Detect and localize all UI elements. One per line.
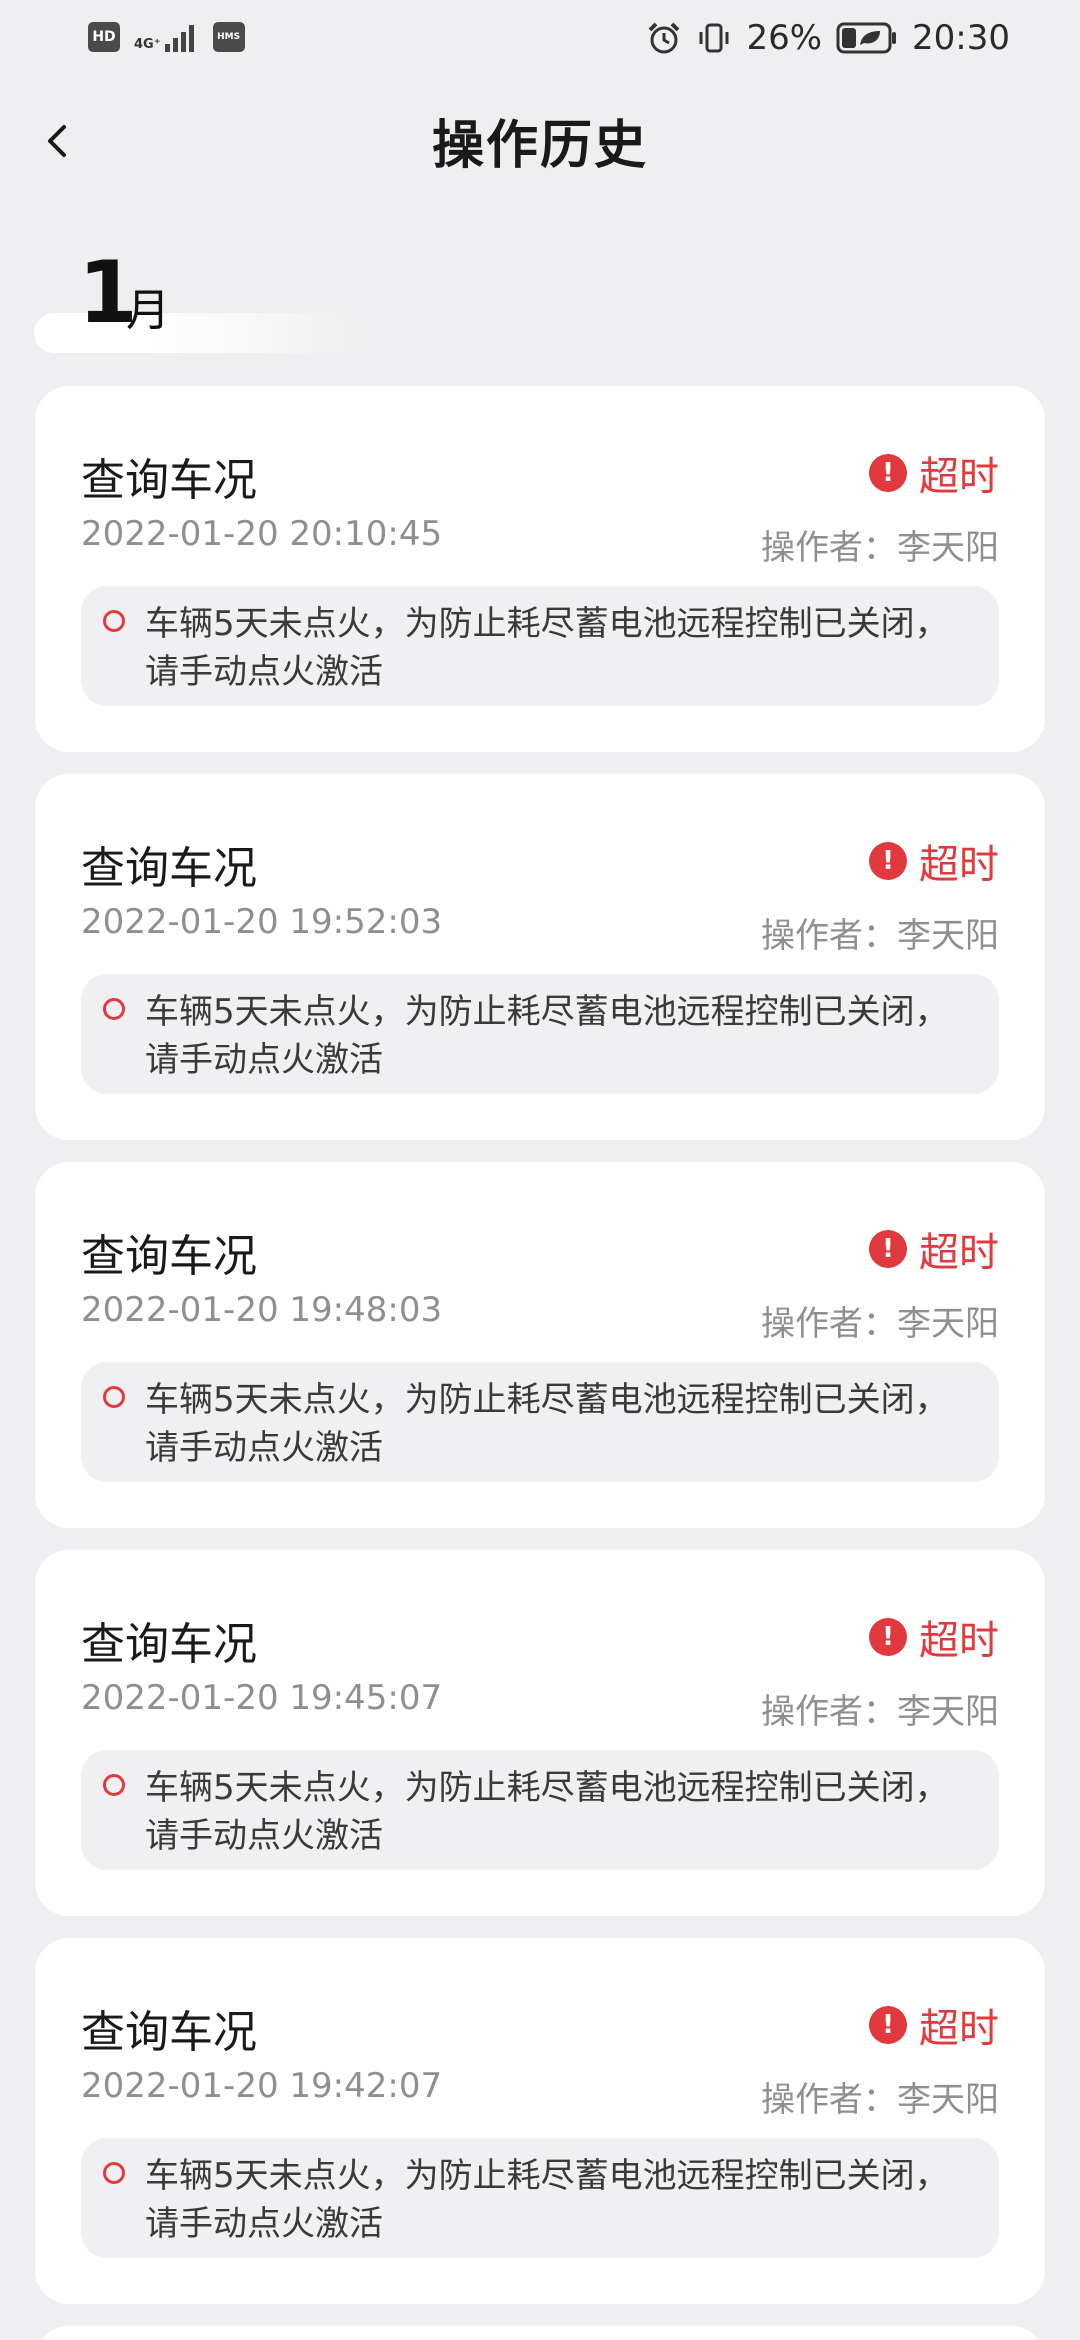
status-bar: HD 4G⁺ HMS 26% 20:30 [0, 0, 1080, 84]
card-title: 查询车况 [81, 843, 257, 894]
history-card[interactable]: 查询车况 2022-01-20 19:42:07 ! 超时 操作者：李天阳 车辆… [35, 1938, 1045, 2304]
operator-label: 操作者：李天阳 [761, 1692, 999, 1732]
month-unit: 月 [126, 285, 170, 336]
operator-label: 操作者：李天阳 [761, 1304, 999, 1344]
operator-label: 操作者：李天阳 [761, 528, 999, 568]
history-card[interactable]: 查询车况 2022-01-20 19:48:03 ! 超时 操作者：李天阳 车辆… [35, 1162, 1045, 1528]
alert-icon: ! [869, 1618, 907, 1656]
message-box: 车辆5天未点火，为防止耗尽蓄电池远程控制已关闭，请手动点火激活 [81, 1362, 999, 1482]
message-text: 车辆5天未点火，为防止耗尽蓄电池远程控制已关闭，请手动点火激活 [145, 1768, 949, 1856]
operator-label: 操作者：李天阳 [761, 2080, 999, 2120]
message-text: 车辆5天未点火，为防止耗尽蓄电池远程控制已关闭，请手动点火激活 [145, 2156, 949, 2244]
message-box: 车辆5天未点火，为防止耗尽蓄电池远程控制已关闭，请手动点火激活 [81, 586, 999, 706]
circle-bullet-icon [103, 1386, 125, 1408]
card-timestamp: 2022-01-20 19:48:03 [81, 1290, 443, 1330]
status-bar-left: HD 4G⁺ HMS [88, 22, 245, 52]
message-text: 车辆5天未点火，为防止耗尽蓄电池远程控制已关闭，请手动点火激活 [145, 992, 949, 1080]
circle-bullet-icon [103, 610, 125, 632]
message-box: 车辆5天未点火，为防止耗尽蓄电池远程控制已关闭，请手动点火激活 [81, 1750, 999, 1870]
signal-icon: 4G⁺ [134, 22, 199, 52]
card-title: 查询车况 [81, 2007, 257, 2058]
status-indicator: ! 超时 [869, 832, 999, 890]
status-indicator: ! 超时 [869, 1608, 999, 1666]
history-card[interactable]: 查询车况 2022-01-20 19:52:03 ! 超时 操作者：李天阳 车辆… [35, 774, 1045, 1140]
alarm-icon [649, 22, 680, 54]
history-list: 查询车况 2022-01-20 20:10:45 ! 超时 操作者：李天阳 车辆… [35, 386, 1045, 2340]
alert-icon: ! [869, 1230, 907, 1268]
card-timestamp: 2022-01-20 19:52:03 [81, 902, 443, 942]
card-timestamp: 2022-01-20 20:10:45 [81, 514, 443, 554]
circle-bullet-icon [103, 2162, 125, 2184]
operator-label: 操作者：李天阳 [761, 916, 999, 956]
status-indicator: ! 超时 [869, 1996, 999, 2054]
battery-saver-icon [836, 22, 897, 54]
card-timestamp: 2022-01-20 19:42:07 [81, 2066, 443, 2106]
app-screen: HD 4G⁺ HMS 26% 20:30 操作历史 1 月 查询车况 2022-… [0, 0, 1080, 2340]
vibrate-icon [699, 23, 729, 53]
status-label: 超时 [919, 1618, 999, 1664]
message-text: 车辆5天未点火，为防止耗尽蓄电池远程控制已关闭，请手动点火激活 [145, 604, 949, 692]
status-label: 超时 [919, 1230, 999, 1276]
message-box: 车辆5天未点火，为防止耗尽蓄电池远程控制已关闭，请手动点火激活 [81, 2138, 999, 2258]
history-card[interactable]: 查询车况 2022-01-20 19:45:07 ! 超时 操作者：李天阳 车辆… [35, 1550, 1045, 1916]
network-type-label: 4G⁺ [134, 37, 161, 52]
alert-icon: ! [869, 842, 907, 880]
alert-icon: ! [869, 454, 907, 492]
top-navigation-bar: 操作历史 [0, 95, 1080, 185]
status-bar-right: 26% 20:30 [646, 18, 1010, 58]
message-box: 车辆5天未点火，为防止耗尽蓄电池远程控制已关闭，请手动点火激活 [81, 974, 999, 1094]
battery-percent: 26% [746, 18, 823, 58]
card-title: 查询车况 [81, 1619, 257, 1670]
status-indicator: ! 超时 [869, 444, 999, 502]
history-card-partial[interactable] [35, 2326, 1045, 2340]
month-section-header: 1 月 [34, 245, 374, 353]
history-card[interactable]: 查询车况 2022-01-20 20:10:45 ! 超时 操作者：李天阳 车辆… [35, 386, 1045, 752]
status-label: 超时 [919, 842, 999, 888]
circle-bullet-icon [103, 1774, 125, 1796]
card-timestamp: 2022-01-20 19:45:07 [81, 1678, 443, 1718]
clock: 20:30 [912, 18, 1010, 58]
card-title: 查询车况 [81, 1231, 257, 1282]
message-text: 车辆5天未点火，为防止耗尽蓄电池远程控制已关闭，请手动点火激活 [145, 1380, 949, 1468]
page-title: 操作历史 [431, 116, 648, 176]
alert-icon: ! [869, 2006, 907, 2044]
hd-badge: HD [88, 22, 120, 52]
status-label: 超时 [919, 2006, 999, 2052]
circle-bullet-icon [103, 998, 125, 1020]
card-title: 查询车况 [81, 455, 257, 506]
hms-badge: HMS [212, 22, 245, 52]
status-label: 超时 [919, 454, 999, 500]
status-indicator: ! 超时 [869, 1220, 999, 1278]
